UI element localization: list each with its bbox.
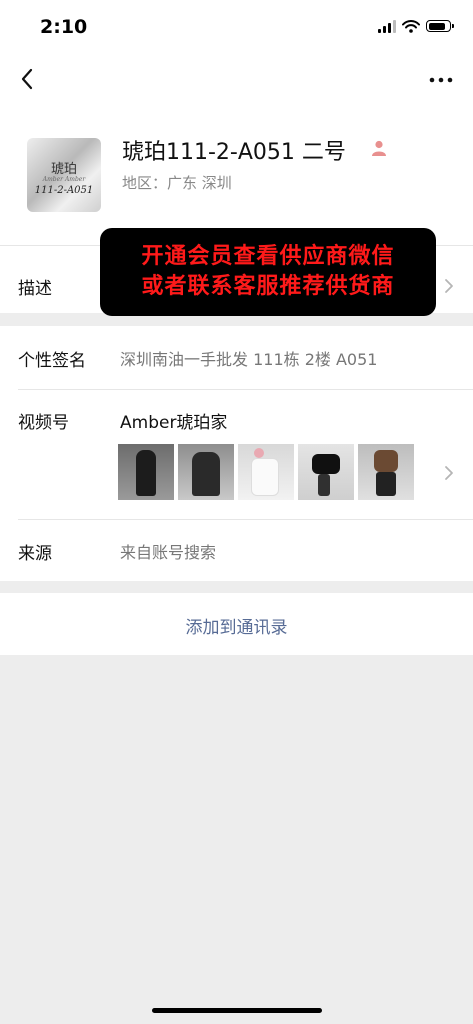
avatar[interactable]: 琥珀 Amber Amber 111-2-A051 xyxy=(27,138,101,212)
signature-label: 个性签名 xyxy=(18,351,86,371)
channel-thumbnails[interactable] xyxy=(118,444,414,500)
description-label[interactable]: 描述 xyxy=(18,274,52,299)
video-thumbnail[interactable] xyxy=(298,444,354,500)
cellular-signal-icon xyxy=(378,19,396,33)
source-label: 来源 xyxy=(18,544,52,564)
signature-value: 深圳南油一手批发 111栋 2楼 A051 xyxy=(120,350,378,369)
channel-name[interactable]: Amber琥珀家 xyxy=(120,408,227,433)
contact-name: 琥珀111-2-A051 二号 xyxy=(122,140,346,165)
person-icon xyxy=(372,140,386,156)
back-icon[interactable] xyxy=(14,64,44,94)
video-thumbnail[interactable] xyxy=(358,444,414,500)
source-value: 来自账号搜索 xyxy=(120,543,217,562)
add-to-contacts-button[interactable]: 添加到通讯录 xyxy=(0,613,473,638)
promo-line-2: 或者联系客服推荐供货商 xyxy=(141,274,395,299)
channel-label: 视频号 xyxy=(18,413,69,433)
divider xyxy=(18,389,473,390)
chevron-right-icon[interactable] xyxy=(443,464,455,482)
status-time: 2:10 xyxy=(40,16,88,38)
promo-line-1: 开通会员查看供应商微信 xyxy=(141,244,395,270)
avatar-code: 111-2-A051 xyxy=(34,185,94,196)
battery-icon xyxy=(426,20,454,32)
video-thumbnail[interactable] xyxy=(238,444,294,500)
nav-bar xyxy=(0,60,473,100)
status-bar: 2:10 xyxy=(0,0,473,56)
video-thumbnail[interactable] xyxy=(178,444,234,500)
add-contact-card: 添加到通讯录 xyxy=(0,593,473,655)
video-thumbnail[interactable] xyxy=(118,444,174,500)
chevron-right-icon[interactable] xyxy=(443,277,455,295)
more-icon[interactable] xyxy=(427,70,455,90)
contact-region: 地区：广东 深圳 xyxy=(122,174,232,192)
divider xyxy=(18,519,473,520)
status-icons xyxy=(378,19,454,33)
avatar-text: 琥珀 xyxy=(50,162,77,177)
vip-promo-banner[interactable]: 开通会员查看供应商微信 或者联系客服推荐供货商 xyxy=(100,228,436,316)
details-card: 个性签名 深圳南油一手批发 111栋 2楼 A051 视频号 Amber琥珀家 … xyxy=(0,326,473,581)
wifi-icon xyxy=(402,19,420,33)
avatar-subtext: Amber Amber xyxy=(42,176,86,183)
home-indicator[interactable] xyxy=(152,1008,322,1013)
